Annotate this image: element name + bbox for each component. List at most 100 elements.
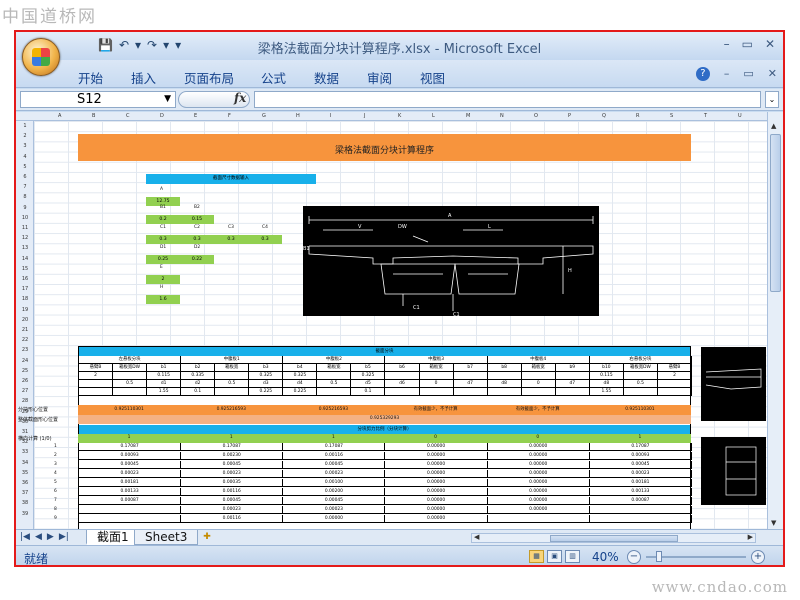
tab-review[interactable]: 审阅 (367, 68, 392, 87)
zoom-level[interactable]: 40% (592, 550, 619, 564)
table-cell[interactable]: d8 (488, 380, 522, 388)
row-header[interactable]: 25 (16, 368, 34, 374)
table-cell[interactable]: 0.00000 (488, 506, 590, 514)
column-header[interactable]: O (534, 112, 538, 121)
table-cell[interactable]: 0.00100 (283, 479, 386, 487)
column-header[interactable]: J (364, 112, 365, 121)
table-cell[interactable]: 0.00181 (79, 479, 182, 487)
table-cell[interactable] (454, 372, 488, 380)
param-value-d1[interactable]: 0.25 (146, 255, 180, 264)
table-cell[interactable]: 0.00181 (590, 479, 692, 487)
table-cell[interactable]: 0.00000 (488, 461, 590, 469)
param-value-h[interactable]: 1.6 (146, 295, 180, 304)
table-cell[interactable]: 0.17087 (181, 443, 284, 451)
row-header[interactable]: 13 (16, 245, 34, 251)
table-cell[interactable]: 0.5 (624, 380, 658, 388)
first-sheet-icon[interactable]: |◀ (20, 532, 30, 542)
param-value-c1[interactable]: 0.3 (146, 235, 180, 244)
help-icon[interactable]: ? (695, 67, 710, 81)
table-cell[interactable]: 0.17087 (79, 443, 182, 451)
table-cell[interactable] (590, 506, 692, 514)
row-header[interactable]: 22 (16, 337, 34, 343)
table-cell[interactable]: 0.5 (113, 380, 148, 388)
table-cell[interactable]: 0.00000 (386, 443, 488, 451)
table-cell[interactable]: 0.00023 (181, 470, 284, 478)
table-cell[interactable]: 0.5 (317, 380, 352, 388)
table-cell[interactable]: d5 (351, 380, 386, 388)
table-cell[interactable] (590, 515, 692, 523)
table-cell[interactable] (522, 372, 556, 380)
column-header[interactable]: I (330, 112, 331, 121)
table-cell[interactable]: 0.00045 (181, 461, 284, 469)
table-cell[interactable] (79, 388, 114, 396)
row-header[interactable]: 4 (16, 154, 34, 160)
table-cell[interactable]: 0.00045 (181, 497, 284, 505)
table-cell[interactable]: 0.00023 (79, 470, 182, 478)
table-cell[interactable]: 0 (522, 380, 556, 388)
row-header[interactable]: 8 (16, 194, 34, 200)
table-cell[interactable] (420, 388, 454, 396)
vertical-scrollbar[interactable]: ▲ ▼ (767, 112, 783, 529)
row-header[interactable]: 27 (16, 388, 34, 394)
column-header[interactable]: S (670, 112, 673, 121)
param-value-e[interactable]: 2 (146, 275, 180, 284)
table-cell[interactable]: 0.325 (283, 372, 318, 380)
name-box-dropdown-icon[interactable]: ▼ (164, 92, 171, 107)
tab-data[interactable]: 数据 (314, 68, 339, 87)
centroid-cell[interactable]: 0.925216593 (282, 407, 384, 412)
calc-flag-cell[interactable]: 0 (385, 435, 487, 440)
table-cell[interactable]: 0.00000 (386, 497, 488, 505)
table-cell[interactable]: 0.1 (351, 388, 386, 396)
table-cell[interactable] (488, 515, 590, 523)
calc-flag-cell[interactable]: 1 (78, 435, 180, 440)
page-layout-view-icon[interactable]: ▣ (547, 550, 562, 563)
office-button[interactable] (22, 38, 60, 76)
table-cell[interactable]: 0.225 (283, 388, 318, 396)
row-header[interactable]: 11 (16, 225, 34, 231)
insert-sheet-icon[interactable]: ✚ (199, 530, 215, 545)
row-header[interactable]: 26 (16, 378, 34, 384)
table-cell[interactable]: 0.00000 (386, 470, 488, 478)
row-header[interactable]: 17 (16, 286, 34, 292)
table-cell[interactable]: 0.00116 (181, 515, 284, 523)
column-header[interactable]: B (92, 112, 95, 121)
column-header[interactable]: T (704, 112, 707, 121)
column-header[interactable]: N (500, 112, 504, 121)
column-header[interactable]: H (296, 112, 300, 121)
row-header[interactable]: 39 (16, 511, 34, 517)
table-cell[interactable]: d2 (181, 380, 216, 388)
row-header[interactable]: 14 (16, 256, 34, 262)
table-cell[interactable]: d4 (283, 380, 318, 388)
table-cell[interactable] (79, 506, 182, 514)
column-header[interactable]: K (398, 112, 401, 121)
tab-formulas[interactable]: 公式 (261, 68, 286, 87)
table-cell[interactable]: 0.00093 (590, 452, 692, 460)
restore-button[interactable]: ▭ (742, 37, 753, 51)
table-cell[interactable]: 0.00000 (386, 488, 488, 496)
table-cell[interactable]: 0.00116 (283, 452, 386, 460)
table-cell[interactable] (215, 388, 250, 396)
param-value-c3[interactable]: 0.3 (214, 235, 248, 244)
row-header[interactable]: 36 (16, 480, 34, 486)
formula-input[interactable] (254, 91, 761, 108)
column-header[interactable]: Q (602, 112, 606, 121)
tab-view[interactable]: 视图 (420, 68, 445, 87)
table-cell[interactable]: 0.00000 (488, 479, 590, 487)
table-cell[interactable]: 0.5 (215, 380, 250, 388)
table-cell[interactable] (488, 372, 522, 380)
table-cell[interactable]: 0.115 (147, 372, 182, 380)
table-cell[interactable]: 0.00000 (283, 515, 386, 523)
row-header[interactable]: 18 (16, 296, 34, 302)
column-header[interactable]: C (126, 112, 130, 121)
last-sheet-icon[interactable]: ▶| (59, 532, 69, 542)
row-header[interactable]: 35 (16, 470, 34, 476)
table-cell[interactable]: 0 (420, 380, 454, 388)
row-header[interactable]: 33 (16, 449, 34, 455)
table-cell[interactable] (556, 388, 590, 396)
insert-function-icon[interactable]: fx (234, 91, 246, 105)
table-cell[interactable]: 0.00000 (488, 443, 590, 451)
table-cell[interactable]: 0.00000 (386, 479, 488, 487)
tab-page-layout[interactable]: 页面布局 (184, 68, 234, 87)
centroid-cell[interactable]: 0.925110301 (589, 407, 691, 412)
table-cell[interactable]: d8 (590, 380, 624, 388)
